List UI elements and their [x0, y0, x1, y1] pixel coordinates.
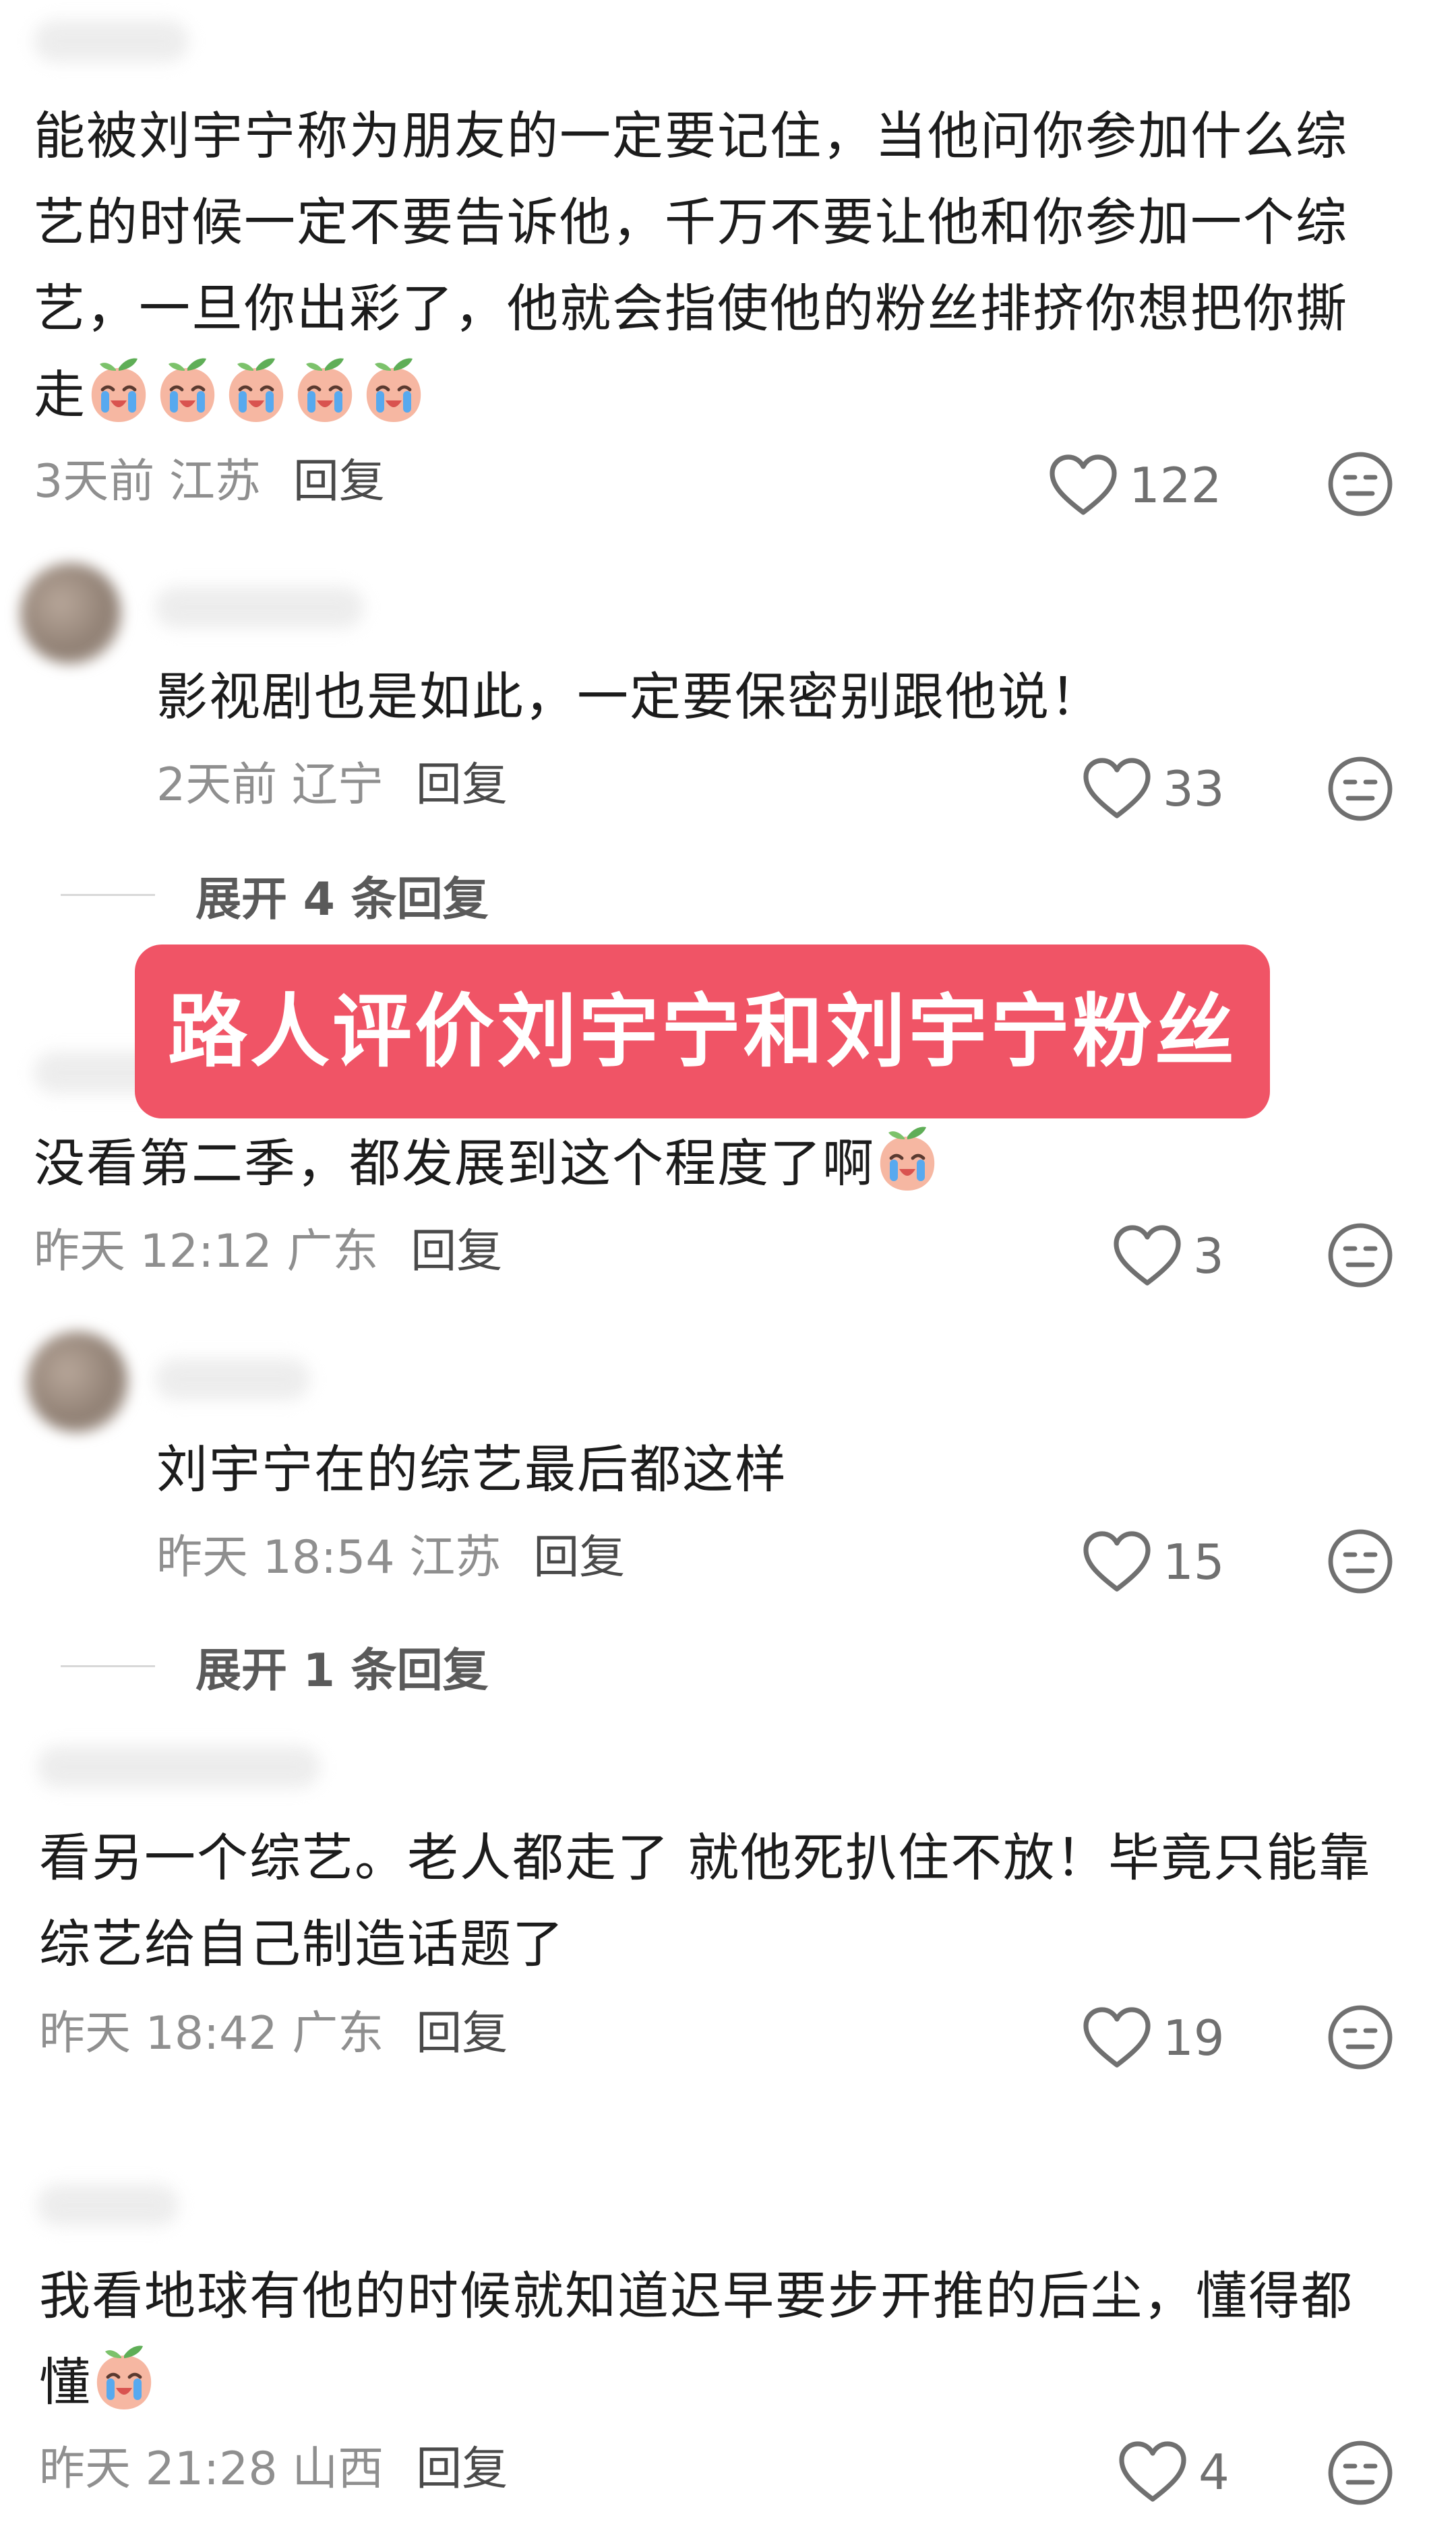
crying-peach-emoji-icon	[875, 1123, 940, 1193]
neutral-face-icon[interactable]	[1327, 755, 1394, 822]
expand-replies-label: 展开 1 条回复	[195, 1644, 489, 1698]
heart-outline-icon	[1048, 453, 1118, 518]
comment-time-location: 3天前 江苏	[34, 455, 261, 508]
heart-outline-icon	[1082, 1530, 1152, 1594]
crying-peach-emoji-icon	[224, 355, 289, 425]
heart-outline-icon	[1112, 1224, 1182, 1288]
like-count: 4	[1199, 2444, 1230, 2500]
like-count: 33	[1163, 760, 1225, 817]
comment-meta: 昨天 12:12 广东 回复	[34, 1222, 502, 1282]
avatar[interactable]	[20, 563, 121, 664]
neutral-face-icon[interactable]	[1327, 1222, 1394, 1289]
reply-button[interactable]: 回复	[293, 455, 385, 508]
neutral-face-icon[interactable]	[1327, 2439, 1394, 2507]
blurred-username	[155, 1358, 310, 1400]
like-button[interactable]: 122	[1048, 448, 1221, 522]
comment-meta: 3天前 江苏 回复	[34, 452, 385, 512]
reply-button[interactable]: 回复	[416, 2007, 508, 2060]
reply-button[interactable]: 回复	[416, 758, 508, 812]
reply-time-location: 2天前 辽宁	[156, 758, 384, 812]
like-button[interactable]: 33	[1082, 752, 1225, 826]
like-count: 15	[1163, 1534, 1225, 1590]
heart-outline-icon	[1082, 2006, 1152, 2070]
comment-time-location: 昨天 12:12 广东	[34, 1225, 379, 1278]
divider-line	[61, 1665, 155, 1667]
emoji-group	[86, 365, 430, 425]
neutral-face-icon[interactable]	[1327, 2004, 1394, 2071]
heart-outline-icon	[1082, 756, 1152, 821]
crying-peach-emoji-icon	[361, 355, 426, 425]
reply-button[interactable]: 回复	[533, 1531, 625, 1584]
like-button[interactable]: 15	[1082, 1525, 1225, 1599]
reply-button[interactable]: 回复	[411, 1225, 502, 1278]
like-button[interactable]: 3	[1112, 1219, 1224, 1293]
crying-peach-emoji-icon	[155, 355, 220, 425]
reply-text: 刘宇宁在的综艺最后都这样	[156, 1439, 787, 1499]
like-button[interactable]: 19	[1082, 2001, 1225, 2075]
crying-peach-emoji-icon	[92, 2342, 156, 2412]
like-count: 19	[1163, 2010, 1225, 2066]
neutral-face-icon[interactable]	[1327, 1528, 1394, 1595]
heart-outline-icon	[1118, 2440, 1188, 2505]
expand-replies-label: 展开 4 条回复	[195, 873, 489, 926]
crying-peach-emoji-icon	[86, 355, 151, 425]
comment-text: 能被刘宇宁称为朋友的一定要记住，当他问你参加什么综艺的时候一定不要告诉他，千万不…	[34, 106, 1348, 425]
comment-time-location: 昨天 21:28 山西	[39, 2443, 384, 2496]
comment-text: 没看第二季，都发展到这个程度了啊	[34, 1120, 944, 1207]
neutral-face-icon[interactable]	[1327, 450, 1394, 518]
reply-meta: 2天前 辽宁 回复	[156, 755, 508, 816]
like-button[interactable]: 4	[1118, 2435, 1230, 2509]
comment-time-location: 昨天 18:42 广东	[39, 2007, 384, 2060]
comment-meta: 昨天 21:28 山西 回复	[39, 2439, 508, 2500]
blurred-username	[37, 2184, 179, 2226]
comment-meta: 昨天 18:42 广东 回复	[39, 2004, 508, 2064]
blurred-username	[155, 587, 364, 628]
like-count: 3	[1193, 1228, 1224, 1284]
reply-text: 影视剧也是如此，一定要保密别跟他说！	[156, 667, 1103, 727]
divider-line	[61, 894, 155, 896]
reply-meta: 昨天 18:54 江苏 回复	[156, 1528, 625, 1588]
blurred-username	[34, 20, 189, 62]
like-count: 122	[1129, 457, 1222, 514]
avatar[interactable]	[27, 1331, 128, 1433]
reply-button[interactable]: 回复	[416, 2443, 508, 2496]
title-banner: 路人评价刘宇宁和刘宇宁粉丝	[135, 945, 1270, 1118]
expand-replies-button[interactable]: 展开 4 条回复	[61, 862, 489, 928]
comment-text: 看另一个综艺。老人都走了 就他死扒住不放！毕竟只能靠综艺给自己制造话题了	[39, 1828, 1372, 1974]
reply-time-location: 昨天 18:54 江苏	[156, 1531, 502, 1584]
expand-replies-button[interactable]: 展开 1 条回复	[61, 1633, 489, 1700]
comment-text: 我看地球有他的时候就知道迟早要步开推的后尘，懂得都懂	[39, 2266, 1354, 2412]
crying-peach-emoji-icon	[293, 355, 357, 425]
blurred-username	[37, 1746, 320, 1788]
